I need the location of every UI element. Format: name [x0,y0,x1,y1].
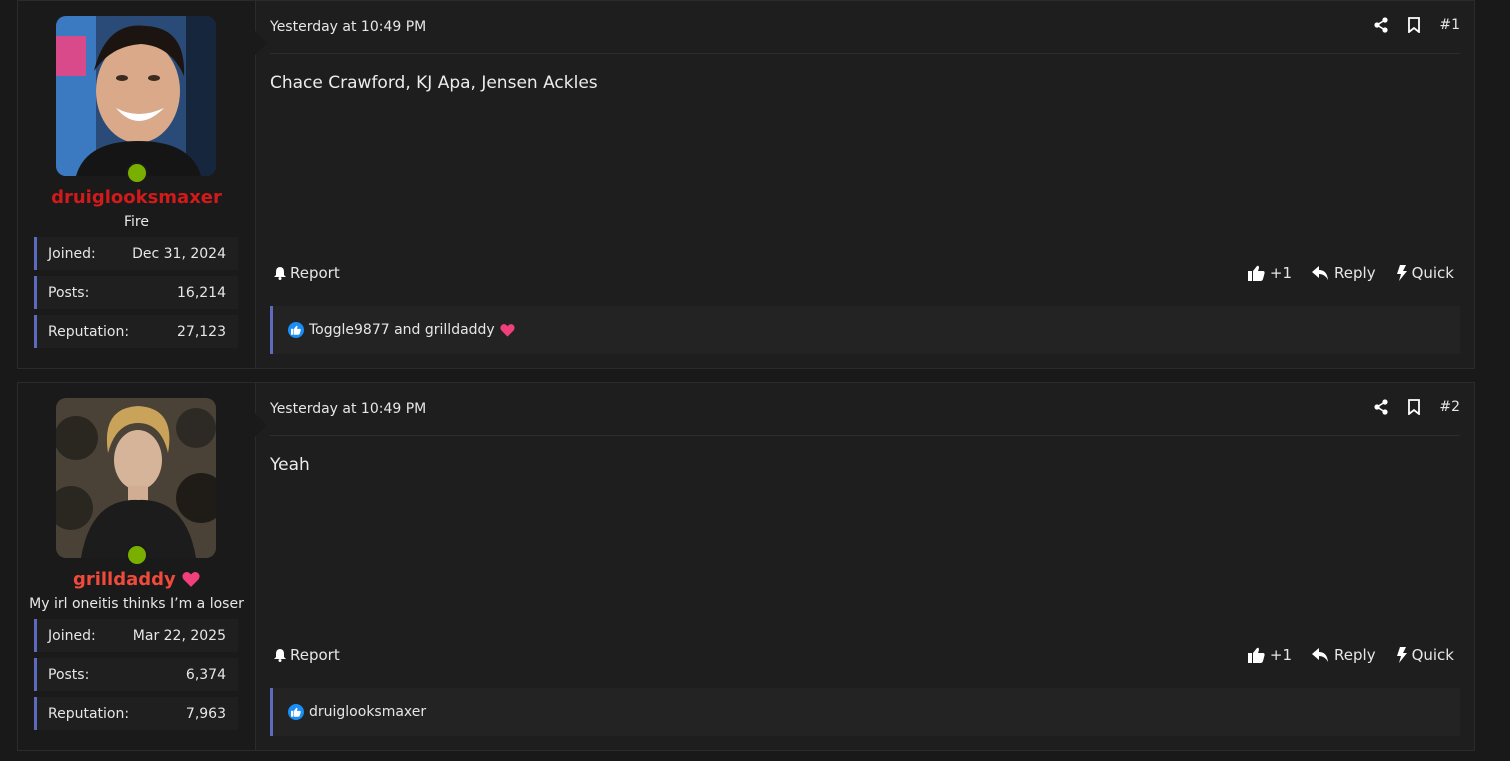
like-reaction-icon [288,322,304,338]
report-button[interactable]: Report [273,264,340,282]
like-label: +1 [1269,264,1293,282]
post-main: Yesterday at 10:49 PM #1 Chace Crawford,… [255,1,1474,368]
thumbs-up-icon [1247,265,1265,281]
bolt-icon [1396,265,1407,281]
share-icon[interactable] [1373,17,1389,33]
user-title: Fire [124,214,149,230]
user-info: druiglooksmaxer Fire Joined: Dec 31, 202… [18,1,267,368]
reactions-list[interactable]: druiglooksmaxer [309,704,426,720]
stat-label: Reputation: [48,705,130,722]
bolt-icon [1396,647,1407,663]
stat-label: Reputation: [48,323,130,340]
stat-label: Joined: [48,245,96,262]
bookmark-icon[interactable] [1407,399,1421,415]
divider [270,53,1460,54]
online-status-indicator [126,162,148,184]
bell-icon [273,266,287,280]
post-actions: +1 Reply Quick [1247,264,1454,282]
post-main: Yesterday at 10:49 PM #2 Yeah Report +1 [255,383,1474,750]
like-reaction-icon [288,704,304,720]
share-icon[interactable] [1373,399,1389,415]
reply-button[interactable]: Reply [1312,646,1376,664]
post-number[interactable]: #2 [1439,399,1460,415]
reply-label: Reply [1334,264,1376,282]
reply-icon [1312,266,1329,280]
online-status-indicator [126,544,148,566]
like-button[interactable]: +1 [1247,646,1293,664]
quick-label: Quick [1411,646,1454,664]
post-date[interactable]: Yesterday at 10:49 PM [270,19,426,35]
avatar[interactable] [56,16,216,176]
stat-posts: Posts: 16,214 [34,276,238,309]
post-number[interactable]: #1 [1439,17,1460,33]
post-2: grilldaddy My irl oneitis thinks I’m a l… [17,382,1475,751]
post-actions: +1 Reply Quick [1247,646,1454,664]
divider [270,435,1460,436]
stat-value: Dec 31, 2024 [132,245,226,262]
stat-posts: Posts: 6,374 [34,658,238,691]
like-button[interactable]: +1 [1247,264,1293,282]
reactions-list[interactable]: Toggle9877 and grilldaddy [309,322,495,338]
post-date[interactable]: Yesterday at 10:49 PM [270,401,426,417]
stat-reputation: Reputation: 7,963 [34,697,238,730]
reply-icon [1312,648,1329,662]
stat-label: Posts: [48,284,90,301]
post-header-actions: #2 [1373,399,1460,415]
report-button[interactable]: Report [273,646,340,664]
reply-button[interactable]: Reply [1312,264,1376,282]
reactions-bar[interactable]: Toggle9877 and grilldaddy [270,306,1460,354]
username[interactable]: druiglooksmaxer [18,187,255,208]
username[interactable]: grilldaddy [73,569,176,590]
post-1: druiglooksmaxer Fire Joined: Dec 31, 202… [17,0,1475,369]
user-info: grilldaddy My irl oneitis thinks I’m a l… [18,383,267,750]
thumbs-up-icon [1247,647,1265,663]
post-header-actions: #1 [1373,17,1460,33]
user-title: My irl oneitis thinks I’m a loser [29,596,244,612]
quick-reply-button[interactable]: Quick [1396,264,1454,282]
bookmark-icon[interactable] [1407,17,1421,33]
stat-value: 6,374 [185,666,226,683]
post-content: Yeah [270,455,310,475]
stat-label: Posts: [48,666,90,683]
username-wrap: grilldaddy [18,569,255,590]
stat-value: 7,963 [185,705,226,722]
bell-icon [273,648,287,662]
report-label: Report [290,264,340,282]
stat-label: Joined: [48,627,96,644]
post-content: Chace Crawford, KJ Apa, Jensen Ackles [270,73,598,93]
stat-value: 27,123 [177,323,226,340]
stat-value: 16,214 [177,284,226,301]
reply-label: Reply [1334,646,1376,664]
report-label: Report [290,646,340,664]
stat-joined: Joined: Dec 31, 2024 [34,237,238,270]
stat-value: Mar 22, 2025 [132,627,226,644]
avatar[interactable] [56,398,216,558]
like-label: +1 [1269,646,1293,664]
heart-icon [182,571,200,587]
quick-label: Quick [1411,264,1454,282]
reactions-bar[interactable]: druiglooksmaxer [270,688,1460,736]
stat-reputation: Reputation: 27,123 [34,315,238,348]
heart-icon [500,323,515,337]
stat-joined: Joined: Mar 22, 2025 [34,619,238,652]
quick-reply-button[interactable]: Quick [1396,646,1454,664]
